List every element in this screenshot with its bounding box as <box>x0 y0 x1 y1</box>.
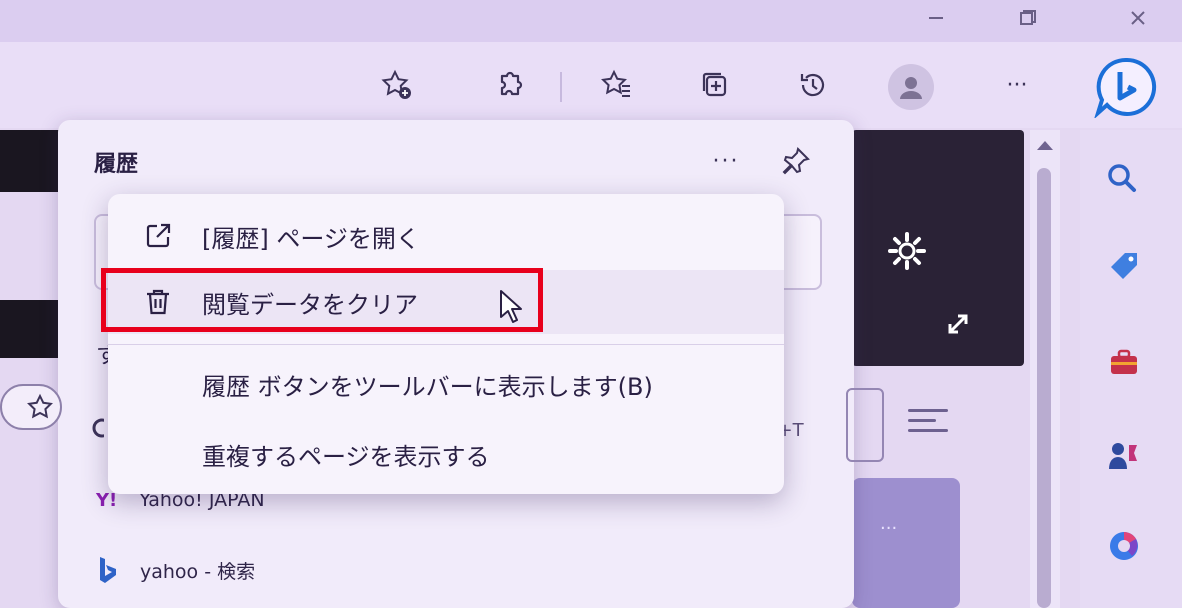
restore-icon[interactable] <box>1000 0 1056 36</box>
extensions-icon[interactable] <box>484 60 534 110</box>
collections-icon[interactable] <box>690 60 740 110</box>
games-icon[interactable] <box>1104 436 1144 476</box>
video-panel <box>852 130 1024 366</box>
history-more-button[interactable]: ··· <box>698 138 754 184</box>
mouse-cursor-icon <box>500 290 522 323</box>
menu-item-label: 履歴 ボタンをツールバーに表示します(B) <box>202 372 653 401</box>
page-image-fragment <box>0 300 60 358</box>
tile-more-label: ··· <box>880 518 898 539</box>
menu-divider <box>108 344 784 345</box>
bing-icon <box>100 557 116 583</box>
expand-icon[interactable] <box>942 308 974 340</box>
history-item[interactable]: yahoo - 検索 <box>96 550 255 590</box>
search-icon[interactable] <box>1102 158 1142 198</box>
office-icon[interactable] <box>1104 526 1144 566</box>
menu-item-show-history-button[interactable]: 履歴 ボタンをツールバーに表示します(B) <box>108 352 784 416</box>
bing-copilot-icon[interactable] <box>1090 56 1164 120</box>
menu-item-open-history-page[interactable]: [履歴] ページを開く <box>108 204 784 268</box>
shopping-tag-icon[interactable] <box>1104 246 1144 286</box>
highlight-annotation <box>101 268 543 332</box>
favorites-icon[interactable] <box>592 60 642 110</box>
tile-card[interactable]: ··· <box>852 478 960 608</box>
settings-gear-icon[interactable] <box>882 226 932 276</box>
favorites-filter-button[interactable] <box>0 384 62 430</box>
gear-icon-fragment <box>88 414 112 442</box>
history-item-title: yahoo - 検索 <box>140 560 256 583</box>
more-options-button[interactable]: ··· <box>992 60 1042 110</box>
open-external-icon <box>136 221 180 251</box>
profile-avatar[interactable] <box>888 64 934 110</box>
pin-icon[interactable] <box>770 138 822 184</box>
layout-toggle-icon[interactable] <box>846 388 884 462</box>
list-view-icon[interactable] <box>908 400 948 440</box>
toolbar-separator <box>560 72 562 102</box>
menu-item-label: 重複するページを表示する <box>202 442 490 471</box>
tools-icon[interactable] <box>1104 342 1144 382</box>
close-icon[interactable] <box>1110 0 1166 36</box>
panel-title: 履歴 <box>94 152 139 177</box>
scrollbar-thumb[interactable] <box>1037 168 1051 608</box>
minimize-icon[interactable] <box>908 0 964 36</box>
menu-item-label: [履歴] ページを開く <box>202 224 420 253</box>
page-image-fragment <box>0 130 60 192</box>
favorite-add-icon[interactable] <box>372 60 422 110</box>
history-icon[interactable] <box>788 60 838 110</box>
menu-item-show-duplicate-pages[interactable]: 重複するページを表示する <box>108 422 784 486</box>
